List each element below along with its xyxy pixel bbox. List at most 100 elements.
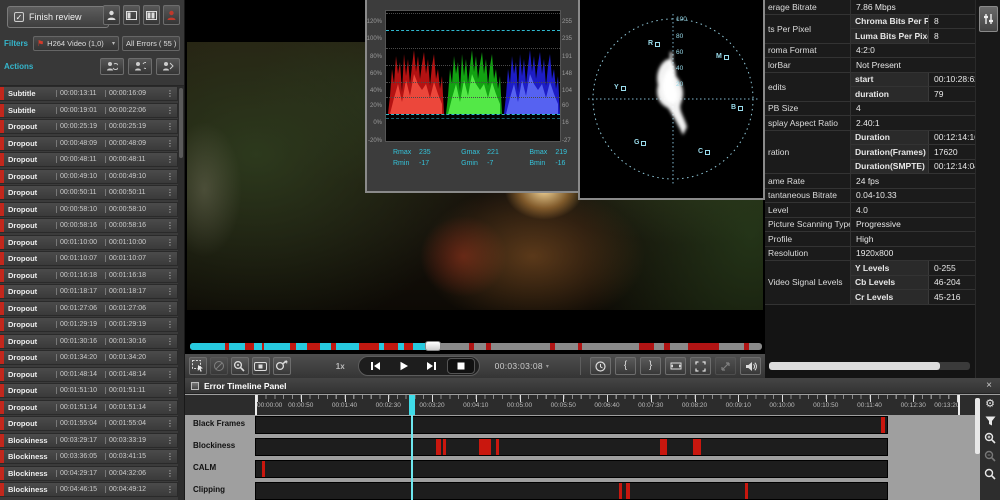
timeline-filter-icon[interactable] [985,416,996,426]
fullscreen-icon[interactable] [690,357,712,375]
scrollbar-thumb[interactable] [179,88,183,158]
layout-two-icon[interactable] [143,5,160,25]
error-mark[interactable] [625,483,631,499]
scrollbar-thumb[interactable] [769,362,940,370]
track-bar[interactable] [255,460,888,478]
error-row[interactable]: Blockiness 00:04:46:15 00:04:49:12 ⋮ [0,482,178,497]
error-row[interactable]: Dropout 00:01:10:00 00:01:10:00 ⋮ [0,234,178,250]
track-bar[interactable] [255,482,888,500]
error-row-menu-icon[interactable]: ⋮ [163,89,177,98]
error-row[interactable]: Dropout 00:01:55:04 00:01:55:04 ⋮ [0,416,178,431]
accept-error-icon[interactable] [100,58,124,75]
hand-tool-icon[interactable] [209,357,228,375]
seek-error-marker[interactable] [261,343,265,350]
seek-error-marker[interactable] [485,343,491,350]
error-row-menu-icon[interactable]: ⋮ [163,205,177,214]
seek-error-marker[interactable] [468,343,474,350]
error-mark[interactable] [442,439,446,455]
error-row-menu-icon[interactable]: ⋮ [163,155,177,164]
error-row-menu-icon[interactable]: ⋮ [163,452,177,461]
error-list-scrollbar[interactable] [178,86,184,500]
seek-error-marker[interactable] [663,343,671,350]
playhead-line[interactable] [411,415,413,500]
error-mark[interactable] [745,483,749,499]
vectorscope-window[interactable]: 100 80 60 40 20 R M Y B G C [578,0,765,200]
error-row-menu-icon[interactable]: ⋮ [163,172,177,181]
prev-frame-button[interactable] [363,358,389,374]
rgb-parade-window[interactable]: 120% 100% 80% 60% 40% 20% 0% -20% 255 235 191 148 1… [365,0,580,193]
error-row-menu-icon[interactable]: ⋮ [163,403,177,412]
aspect-ratio-icon[interactable] [665,357,687,375]
error-row-menu-icon[interactable]: ⋮ [163,188,177,197]
error-row-menu-icon[interactable]: ⋮ [163,386,177,395]
error-row[interactable]: Subtitle 00:00:13:11 00:00:16:09 ⋮ [0,86,178,101]
error-row[interactable]: Blockiness 00:04:29:17 00:04:32:06 ⋮ [0,465,178,481]
error-row[interactable]: Dropout 00:01:51:14 00:01:51:14 ⋮ [0,399,178,415]
error-row[interactable]: Dropout 00:00:48:11 00:00:48:11 ⋮ [0,152,178,167]
error-row-menu-icon[interactable]: ⋮ [163,122,177,131]
error-row-menu-icon[interactable]: ⋮ [163,271,177,280]
track-bar[interactable] [255,416,888,434]
volume-icon[interactable] [740,357,762,375]
error-filter-dropdown[interactable]: All Errors ( 55 ) ▾ [122,36,180,51]
zoom-in-icon[interactable] [984,432,996,444]
seek-thumb[interactable] [425,341,442,351]
metadata-filter-settings-icon[interactable] [979,6,998,32]
error-row-menu-icon[interactable]: ⋮ [163,139,177,148]
frame-marker-tool-icon[interactable] [251,357,270,375]
seek-error-marker[interactable] [244,343,255,350]
error-row-menu-icon[interactable]: ⋮ [163,337,177,346]
video-filter-dropdown[interactable]: ⚑ H264 Video (1,0) ▾ [33,36,119,51]
clock-icon[interactable] [590,357,612,375]
error-row-menu-icon[interactable]: ⋮ [163,436,177,445]
error-row[interactable]: Dropout 00:01:30:16 00:01:30:16 ⋮ [0,333,178,349]
error-row[interactable]: Dropout 00:01:34:20 00:01:34:20 ⋮ [0,350,178,365]
error-row-menu-icon[interactable]: ⋮ [163,304,177,313]
reject-error-icon[interactable] [128,58,152,75]
error-row[interactable]: Dropout 00:01:48:14 00:01:48:14 ⋮ [0,366,178,382]
region-select-tool-icon[interactable] [189,357,207,375]
next-frame-button[interactable] [419,358,445,374]
error-row-menu-icon[interactable]: ⋮ [163,320,177,329]
seek-error-marker[interactable] [639,343,654,350]
error-row[interactable]: Dropout 00:00:48:09 00:00:48:09 ⋮ [0,135,178,151]
error-row[interactable]: Dropout 00:01:10:07 00:01:10:07 ⋮ [0,251,178,266]
error-row-menu-icon[interactable]: ⋮ [163,353,177,362]
track-bar[interactable] [255,438,888,456]
playback-speed[interactable]: 1x [336,362,345,371]
finish-review-button[interactable]: ✓ Finish review [7,6,109,28]
detach-window-icon[interactable] [715,357,737,375]
current-timecode[interactable]: 00:03:03:08 ▾ [495,361,550,371]
error-mark[interactable] [618,483,622,499]
timeline-settings-icon[interactable]: ⚙ [985,399,995,410]
error-row[interactable]: Dropout 00:00:49:10 00:00:49:10 ⋮ [0,168,178,184]
error-row[interactable]: Blockiness 00:03:36:05 00:03:41:15 ⋮ [0,449,178,464]
seek-error-marker[interactable] [359,343,379,350]
metadata-hscrollbar[interactable] [769,362,970,370]
seek-error-marker[interactable] [307,343,320,350]
error-row[interactable]: Dropout 00:00:50:11 00:00:50:11 ⋮ [0,185,178,200]
seek-error-marker[interactable] [289,343,297,350]
error-row[interactable]: Dropout 00:01:27:06 00:01:27:06 ⋮ [0,300,178,316]
error-row[interactable]: Dropout 00:00:58:16 00:00:58:16 ⋮ [0,218,178,233]
stop-button[interactable] [446,358,475,374]
error-row-menu-icon[interactable]: ⋮ [163,485,177,494]
error-row-menu-icon[interactable]: ⋮ [163,370,177,379]
error-row[interactable]: Blockiness 00:03:29:17 00:03:33:19 ⋮ [0,432,178,448]
timeline-ruler[interactable]: 00:00:00 00:00:50 00:01:40 00:02:30 00:03:20… [255,395,960,415]
zoom-region-tool-icon[interactable] [230,357,249,375]
error-mark[interactable] [262,461,266,477]
error-row-menu-icon[interactable]: ⋮ [163,287,177,296]
timeline-titlebar[interactable]: Error Timeline Panel × [185,378,1000,394]
error-row[interactable]: Dropout 00:01:16:18 00:01:16:18 ⋮ [0,267,178,283]
seek-error-marker[interactable] [224,343,230,350]
error-mark[interactable] [436,439,441,455]
error-row[interactable]: Subtitle 00:00:19:01 00:00:22:06 ⋮ [0,102,178,118]
close-icon[interactable]: × [984,380,994,391]
zoom-fit-icon[interactable] [984,468,996,480]
mark-in-icon[interactable]: { [615,357,637,375]
error-row[interactable]: Dropout 00:01:18:17 00:01:18:17 ⋮ [0,284,178,299]
error-row[interactable]: Dropout 00:00:25:19 00:00:25:19 ⋮ [0,119,178,134]
error-row-menu-icon[interactable]: ⋮ [163,106,177,115]
reviewer-icon[interactable] [103,5,120,25]
